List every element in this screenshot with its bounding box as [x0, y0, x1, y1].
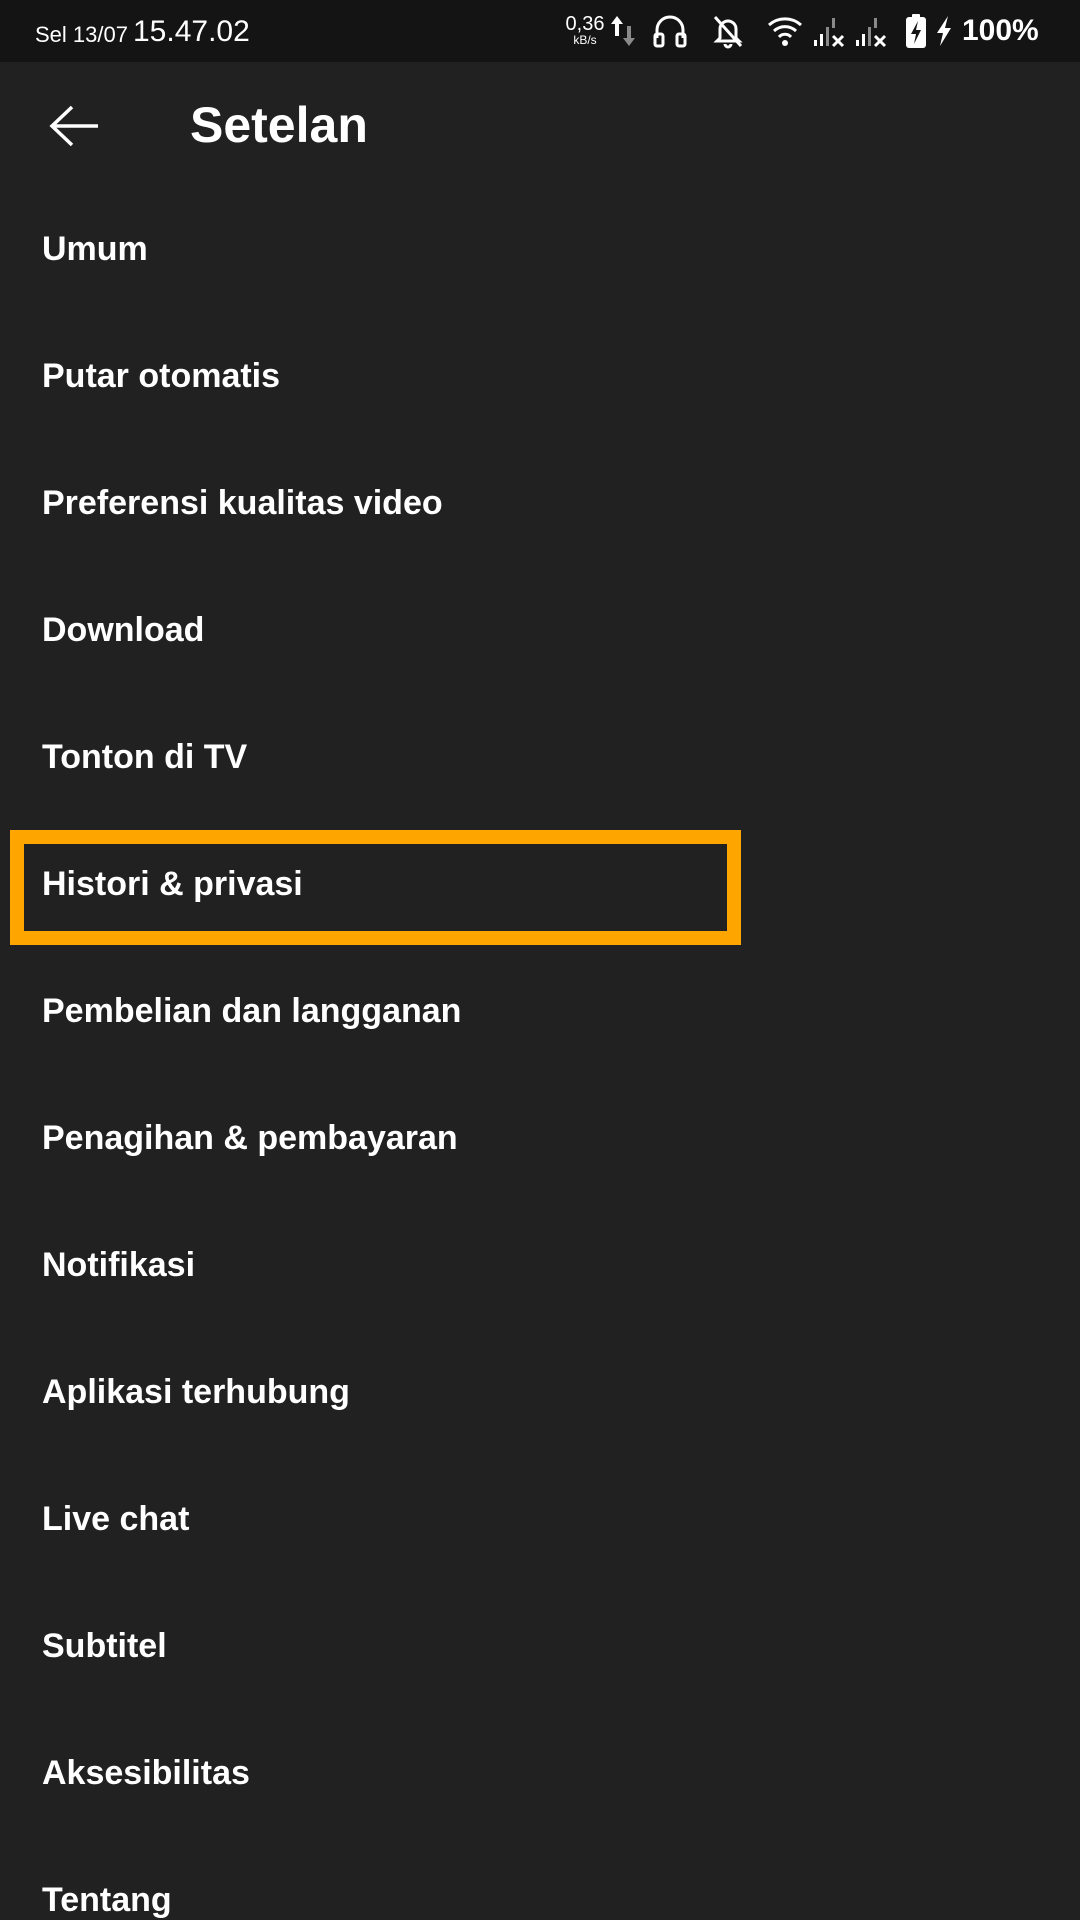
settings-item-download[interactable]: Download: [0, 571, 1080, 698]
network-speed: 0,36 kB/s: [563, 14, 607, 46]
settings-item-label: Tentang: [42, 1881, 172, 1919]
network-speed-unit: kB/s: [573, 33, 597, 47]
settings-item-putar-otomatis[interactable]: Putar otomatis: [0, 317, 1080, 444]
settings-item-label: Penagihan & pembayaran: [42, 1119, 458, 1157]
settings-item-label: Live chat: [42, 1500, 190, 1538]
screen: Sel 13/07 15.47.02 0,36 kB/s 100% Setela…: [0, 0, 1080, 1920]
signal-no-service-icon: [856, 18, 887, 48]
settings-item-pembelian-dan-langganan[interactable]: Pembelian dan langganan: [0, 952, 1080, 1079]
settings-item-label: Preferensi kualitas video: [42, 484, 443, 522]
wifi-icon: [768, 17, 802, 46]
settings-item-subtitel[interactable]: Subtitel: [0, 1587, 1080, 1714]
highlight-box: [10, 830, 741, 945]
settings-item-label: Notifikasi: [42, 1246, 196, 1284]
settings-item-tonton-di-tv[interactable]: Tonton di TV: [0, 698, 1080, 825]
settings-item-tentang[interactable]: Tentang: [0, 1841, 1080, 1920]
settings-item-label: Umum: [42, 230, 148, 268]
page-title: Setelan: [190, 97, 368, 153]
network-speed-value: 0,36: [565, 13, 605, 35]
battery-charging-icon: [906, 14, 926, 48]
settings-item-live-chat[interactable]: Live chat: [0, 1460, 1080, 1587]
status-date: Sel 13/07: [35, 22, 128, 47]
settings-item-label: Putar otomatis: [42, 357, 281, 395]
settings-item-aplikasi-terhubung[interactable]: Aplikasi terhubung: [0, 1333, 1080, 1460]
back-button[interactable]: [36, 92, 112, 160]
status-time: 15.47.02: [133, 15, 250, 48]
settings-item-label: Pembelian dan langganan: [42, 992, 462, 1030]
app-bar: Setelan: [0, 62, 1080, 190]
settings-item-label: Aplikasi terhubung: [42, 1373, 350, 1411]
notifications-off-icon: [713, 15, 743, 49]
settings-item-label: Download: [42, 611, 205, 649]
signal-no-service-icon: [814, 18, 845, 48]
charging-bolt-icon: [937, 16, 951, 46]
settings-item-penagihan-pembayaran[interactable]: Penagihan & pembayaran: [0, 1079, 1080, 1206]
status-bar: Sel 13/07 15.47.02 0,36 kB/s 100%: [0, 0, 1080, 62]
settings-item-label: Subtitel: [42, 1627, 167, 1665]
settings-item-umum[interactable]: Umum: [0, 190, 1080, 317]
headphones-icon: [653, 15, 687, 48]
battery-percentage: 100%: [962, 14, 1039, 47]
arrow-left-icon: [49, 105, 98, 147]
settings-item-notifikasi[interactable]: Notifikasi: [0, 1206, 1080, 1333]
data-transfer-icon: [611, 16, 635, 46]
settings-item-aksesibilitas[interactable]: Aksesibilitas: [0, 1714, 1080, 1841]
settings-item-label: Aksesibilitas: [42, 1754, 250, 1792]
settings-item-label: Tonton di TV: [42, 738, 248, 776]
settings-item-preferensi-kualitas-video[interactable]: Preferensi kualitas video: [0, 444, 1080, 571]
